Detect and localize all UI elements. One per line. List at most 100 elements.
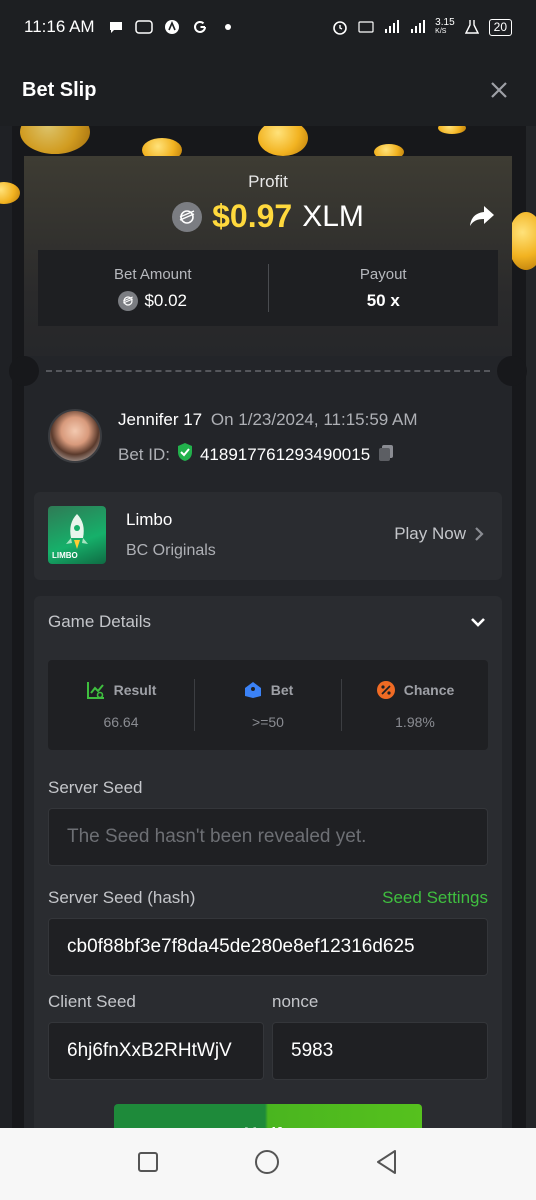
stat-bet-value: >=50 xyxy=(252,714,284,730)
bet-summary: Bet Amount $0.02 Payout 50 x xyxy=(38,250,498,326)
system-nav-bar xyxy=(0,1128,536,1200)
coin-decoration xyxy=(258,126,308,156)
stat-result: Result 66.64 xyxy=(48,680,194,730)
bet-slip-card: Profit $0.97 XLM Bet Amount $0.02 Payout… xyxy=(9,156,527,1128)
bet-amount-label: Bet Amount xyxy=(113,265,192,283)
game-name: Limbo xyxy=(126,510,173,529)
server-seed-hash-label: Server Seed (hash) xyxy=(48,888,196,907)
dashed-divider xyxy=(46,370,490,372)
system-icons: 3.15 K/S 20 xyxy=(331,18,512,36)
alarm-icon xyxy=(331,19,349,35)
profit-label: Profit xyxy=(248,172,288,191)
bet-amount-value-row: $0.02 xyxy=(38,290,268,311)
stat-bet-label: Bet xyxy=(270,682,294,698)
bet-timestamp: On 1/23/2024, 11:15:59 AM xyxy=(210,410,418,429)
stat-result-value: 66.64 xyxy=(103,714,139,730)
coin-decoration xyxy=(438,126,466,134)
bet-id-value: 418917761293490015 xyxy=(199,444,371,464)
bet-amount-value: $0.02 xyxy=(144,290,188,310)
net-speed: 3.15 K/S xyxy=(435,17,455,36)
profit-value: $0.97 XLM xyxy=(24,198,512,235)
volte-icon xyxy=(357,19,375,35)
google-icon xyxy=(191,19,209,35)
seed-settings-link[interactable]: Seed Settings xyxy=(382,888,488,908)
nonce-field[interactable]: 5983 xyxy=(272,1022,488,1080)
chart-icon xyxy=(86,682,104,699)
play-now-button[interactable]: Play Now xyxy=(394,524,484,544)
close-button[interactable] xyxy=(484,75,514,105)
avatar[interactable] xyxy=(48,409,102,463)
a-icon xyxy=(163,19,181,35)
circle-icon xyxy=(254,1149,279,1174)
bet-slip-content[interactable]: Profit $0.97 XLM Bet Amount $0.02 Payout… xyxy=(0,126,536,1128)
bet-slip-header: Bet Slip xyxy=(0,54,536,126)
user-name[interactable]: Jennifer 17 xyxy=(118,410,202,429)
recents-button[interactable] xyxy=(137,1151,159,1178)
server-seed-hash-field[interactable]: cb0f88bf3e7f8da45de280e8ef12316d625 xyxy=(48,918,488,976)
bet-amount: Bet Amount $0.02 xyxy=(38,266,268,311)
profit-currency: XLM xyxy=(302,199,364,233)
verify-button[interactable]: Verify xyxy=(114,1104,422,1128)
stat-chance-value: 1.98% xyxy=(395,714,435,730)
app-icon xyxy=(134,19,153,35)
coin-decoration xyxy=(508,212,536,270)
status-time: 11:16 AM xyxy=(24,17,95,36)
profit-section: Profit $0.97 XLM Bet Amount $0.02 Payout… xyxy=(24,156,512,356)
game-thumbnail[interactable]: LIMBO xyxy=(48,506,106,564)
back-button[interactable] xyxy=(375,1149,399,1180)
user-info: Jennifer 17 On 1/23/2024, 11:15:59 AM Be… xyxy=(48,406,488,466)
percent-icon xyxy=(376,681,395,699)
signal-3g-icon xyxy=(409,19,427,35)
share-button[interactable] xyxy=(468,202,496,230)
ticket-notch xyxy=(497,356,527,386)
game-details-title: Game Details xyxy=(48,612,151,631)
server-seed-label: Server Seed xyxy=(48,778,143,797)
collapse-toggle[interactable] xyxy=(468,612,488,632)
xlm-icon xyxy=(172,201,203,232)
battery-icon: 20 xyxy=(488,18,512,36)
bet-id-label: Bet ID: xyxy=(118,444,170,464)
game-thumb-tag: LIMBO xyxy=(52,551,78,560)
coin-decoration xyxy=(20,126,90,154)
nonce-label: nonce xyxy=(272,992,319,1011)
xlm-icon xyxy=(118,290,139,311)
stat-chance-label: Chance xyxy=(403,682,455,698)
stat-chance: Chance 1.98% xyxy=(342,680,488,730)
payout: Payout 50 x xyxy=(269,266,499,311)
tag-icon xyxy=(244,682,261,698)
home-button[interactable] xyxy=(254,1149,280,1180)
copy-button[interactable] xyxy=(376,442,396,467)
game-provider: BC Originals xyxy=(126,542,216,559)
game-card: LIMBO Limbo BC Originals Play Now xyxy=(34,492,502,580)
left-edge xyxy=(0,126,12,1128)
page-title: Bet Slip xyxy=(22,78,97,101)
copy-icon xyxy=(379,445,394,461)
game-details-panel: Game Details Result 66.64 Bet >=50 Chanc… xyxy=(34,596,502,1128)
ticket-notch xyxy=(9,356,39,386)
stat-bet: Bet >=50 xyxy=(195,680,341,730)
signal-4g-icon xyxy=(383,19,401,35)
game-stats: Result 66.64 Bet >=50 Chance 1.98% xyxy=(48,660,488,750)
play-now-label: Play Now xyxy=(394,524,466,543)
dot-icon xyxy=(219,19,237,35)
square-icon xyxy=(138,1151,159,1172)
chat-icon xyxy=(107,19,125,35)
scrollbar[interactable] xyxy=(526,126,536,1128)
server-seed-field[interactable]: The Seed hasn't been revealed yet. xyxy=(48,808,488,866)
close-icon xyxy=(491,82,507,98)
bet-id-row: Bet ID: 418917761293490015 xyxy=(118,442,396,467)
back-triangle-icon xyxy=(376,1149,396,1174)
coin-decoration xyxy=(0,182,20,204)
payout-value: 50 x xyxy=(366,290,400,310)
user-line: Jennifer 17 On 1/23/2024, 11:15:59 AM xyxy=(118,410,418,430)
profit-amount: $0.97 xyxy=(212,198,293,234)
client-seed-label: Client Seed xyxy=(48,992,136,1011)
chevron-right-icon xyxy=(475,527,484,541)
stat-result-label: Result xyxy=(113,682,157,698)
notification-icons xyxy=(107,19,237,35)
share-icon xyxy=(470,206,494,226)
client-seed-field[interactable]: 6hj6fnXxB2RHtWjV xyxy=(48,1022,264,1080)
payout-label: Payout xyxy=(359,265,407,283)
shield-check-icon xyxy=(176,442,194,467)
chevron-down-icon xyxy=(471,618,485,627)
